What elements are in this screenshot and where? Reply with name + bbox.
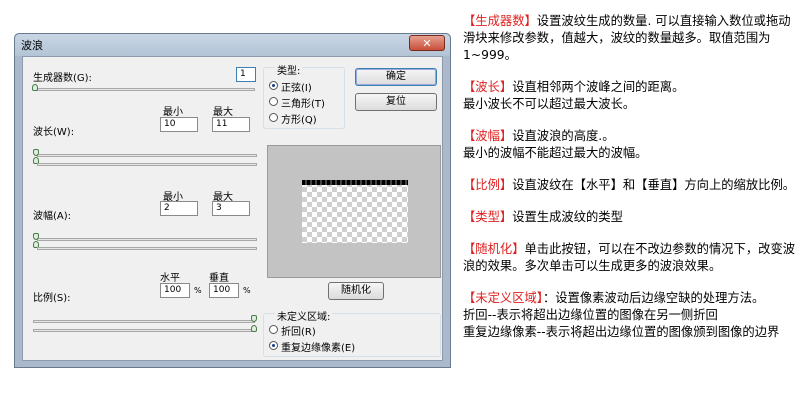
wavelength-min-label: 最小 — [163, 107, 183, 118]
type-key: 【类型】 — [463, 210, 513, 224]
wavelength-desc-2: 最小波长不可以超过最大波长。 — [463, 97, 636, 111]
preview-panel — [267, 145, 441, 278]
close-icon: ✕ — [422, 37, 432, 50]
generators-slider-track[interactable] — [35, 88, 255, 91]
amplitude-desc: 【波幅】设直波浪的高度.。 — [463, 129, 615, 143]
scale-vertical-thumb[interactable] — [251, 325, 257, 332]
amplitude-slider-track-2 — [37, 247, 257, 250]
amplitude-max-input[interactable]: 3 — [212, 201, 250, 216]
undefined-desc: 【未定义区域】：设置像素波动后边缘空缺的处理方法。 — [463, 291, 765, 305]
scale-label: 比例(S): — [33, 293, 71, 304]
close-button[interactable]: ✕ — [409, 35, 445, 51]
wavelength-max-input[interactable]: 11 — [212, 117, 250, 132]
scale-horizontal-thumb[interactable] — [251, 315, 257, 322]
randomize-desc: 【随机化】单击此按钮，可以在不改边参数的情况下，改变波浪的效果。多次单击可以生成… — [463, 242, 796, 273]
amplitude-key: 【波幅】 — [463, 129, 513, 143]
scale-horizontal-unit: % — [194, 286, 202, 295]
dialog-titlebar[interactable]: 波浪 ✕ — [15, 34, 450, 56]
undefined-areas-label: 未定义区域: — [275, 308, 333, 323]
randomize-key: 【随机化】 — [463, 242, 525, 256]
wavelength-label: 波长(W): — [33, 127, 75, 138]
dialog-title: 波浪 — [21, 39, 43, 52]
wavelength-min-thumb[interactable] — [33, 149, 39, 156]
repeat-edge-radio[interactable] — [269, 341, 278, 350]
undefined-desc-3: 重复边缘像素--表示将超出边缘位置的图像颁到图像的边界 — [463, 325, 780, 339]
ok-button[interactable]: 确定 — [355, 68, 437, 86]
type-group-label: 类型: — [275, 62, 303, 77]
type-desc: 【类型】设置生成波纹的类型 — [463, 210, 623, 224]
type-triangle-label[interactable]: 三角形(T) — [281, 95, 325, 110]
amplitude-slider-track[interactable] — [37, 238, 257, 241]
randomize-button[interactable]: 随机化 — [328, 282, 384, 300]
scale-vertical-label: 垂直 — [209, 273, 229, 284]
scale-horizontal-input[interactable]: 100 — [160, 283, 190, 298]
type-sine-radio[interactable] — [269, 81, 278, 90]
generators-label: 生成器数(G): — [33, 73, 92, 84]
scale-horizontal-slider-track[interactable] — [33, 320, 255, 323]
preview-image — [302, 180, 408, 243]
scale-vertical-unit: % — [243, 286, 251, 295]
wave-dialog: 波浪 ✕ 生成器数(G): 1 最小 最大 波长(W): 10 11 最小 最大… — [14, 33, 451, 368]
scale-horizontal-label: 水平 — [160, 273, 180, 284]
scale-vertical-slider-track[interactable] — [33, 329, 255, 332]
type-square-label[interactable]: 方形(Q) — [281, 111, 317, 126]
explanation-text: 【生成器数】设置波纹生成的数量. 可以直接输入数位或拖动滑块来修改参数，值越大，… — [463, 13, 798, 341]
wavelength-min-input[interactable]: 10 — [160, 117, 198, 132]
generators-slider-thumb[interactable] — [32, 84, 38, 91]
dialog-body: 生成器数(G): 1 最小 最大 波长(W): 10 11 最小 最大 波幅(A… — [22, 56, 443, 361]
generators-key: 【生成器数】 — [463, 14, 537, 28]
scale-key: 【比例】 — [463, 178, 513, 192]
amplitude-min-input[interactable]: 2 — [160, 201, 198, 216]
scale-vertical-input[interactable]: 100 — [209, 283, 239, 298]
type-square-radio[interactable] — [269, 113, 278, 122]
amplitude-label: 波幅(A): — [33, 211, 72, 222]
wrap-around-radio[interactable] — [269, 325, 278, 334]
type-sine-label[interactable]: 正弦(I) — [281, 79, 312, 94]
repeat-edge-label[interactable]: 重复边缘像素(E) — [281, 339, 355, 354]
wavelength-key: 【波长】 — [463, 80, 513, 94]
scale-desc: 【比例】设直波纹在【水平】和【垂直】方向上的缩放比例。 — [463, 178, 796, 192]
generators-desc: 【生成器数】设置波纹生成的数量. 可以直接输入数位或拖动滑块来修改参数，值越大，… — [463, 14, 791, 62]
generators-input[interactable]: 1 — [236, 67, 256, 82]
undefined-key: 【未定义区域】 — [463, 291, 543, 305]
wavelength-slider-track-2 — [37, 163, 257, 166]
wavelength-desc: 【波长】设直相邻两个波峰之间的距离。 — [463, 80, 685, 94]
wrap-around-label[interactable]: 折回(R) — [281, 323, 316, 338]
undefined-desc-2: 折回--表示将超出边缘位置的图像在另一侧折回 — [463, 308, 718, 322]
type-triangle-radio[interactable] — [269, 97, 278, 106]
preview-wave-edge — [302, 180, 408, 185]
wavelength-max-label: 最大 — [213, 107, 233, 118]
wavelength-slider-track[interactable] — [37, 154, 257, 157]
reset-button[interactable]: 复位 — [355, 93, 437, 111]
amplitude-min-thumb[interactable] — [33, 233, 39, 240]
amplitude-desc-2: 最小的波幅不能超过最大的波幅。 — [463, 146, 648, 160]
